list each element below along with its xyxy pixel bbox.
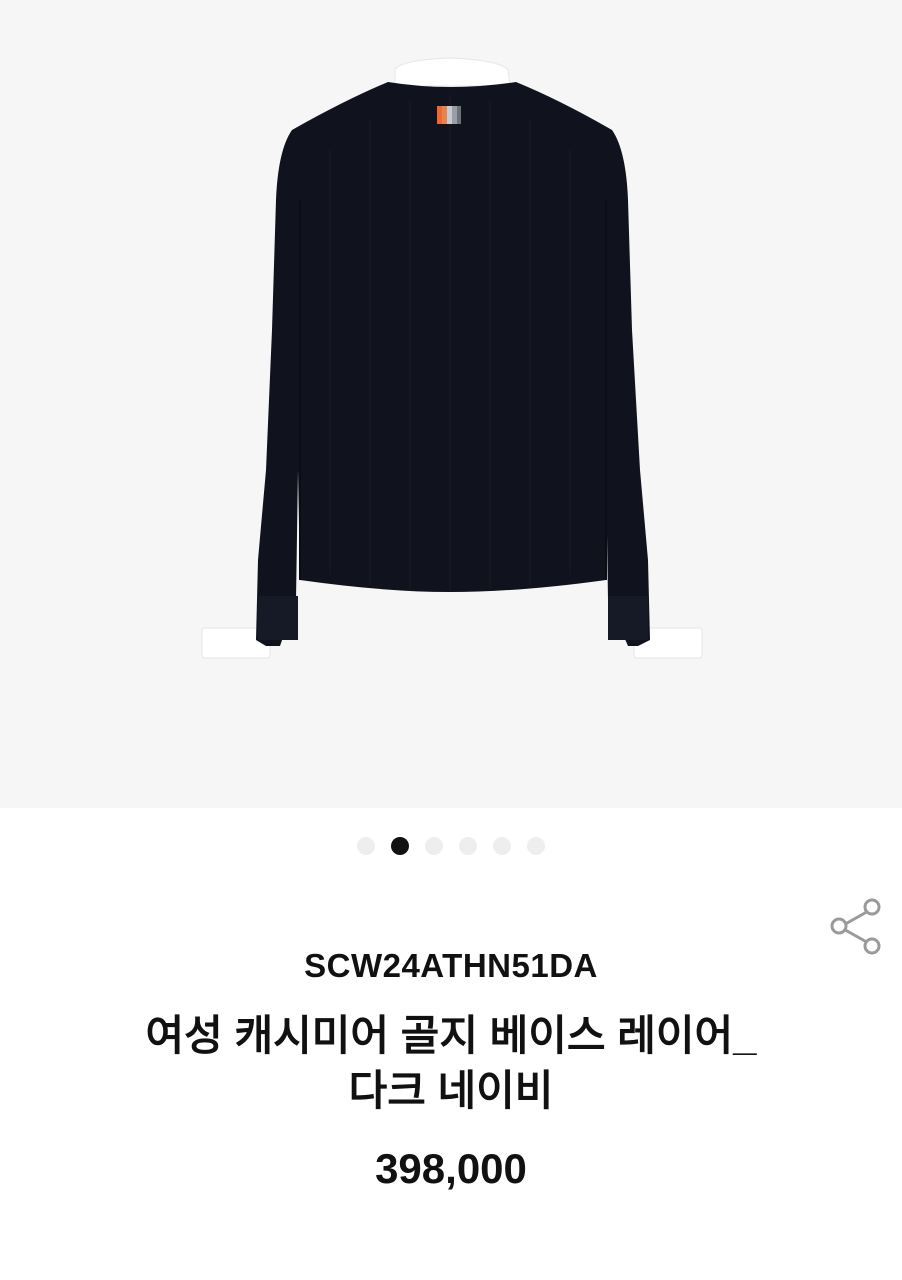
gallery-dot-6[interactable] [527, 837, 545, 855]
product-price: 398,000 [375, 1145, 527, 1192]
gallery-dot-1[interactable] [357, 837, 375, 855]
gallery-dot-4[interactable] [459, 837, 477, 855]
product-detail-page: SCW24ATHN51DA 여성 캐시미어 골지 베이스 레이어_ 다크 네이비… [0, 0, 902, 1280]
product-image [201, 57, 703, 659]
product-name: 여성 캐시미어 골지 베이스 레이어_ 다크 네이비 [60, 1008, 842, 1118]
product-code: SCW24ATHN51DA [304, 947, 598, 984]
gallery-pagination [0, 837, 902, 855]
product-name-line-2: 다크 네이비 [348, 1067, 554, 1114]
gallery-dot-3[interactable] [425, 837, 443, 855]
product-name-line-1: 여성 캐시미어 골지 베이스 레이어_ [145, 1012, 757, 1059]
gallery-dot-2-active[interactable] [391, 837, 409, 855]
product-image-gallery[interactable] [0, 0, 902, 808]
gallery-dot-5[interactable] [493, 837, 511, 855]
